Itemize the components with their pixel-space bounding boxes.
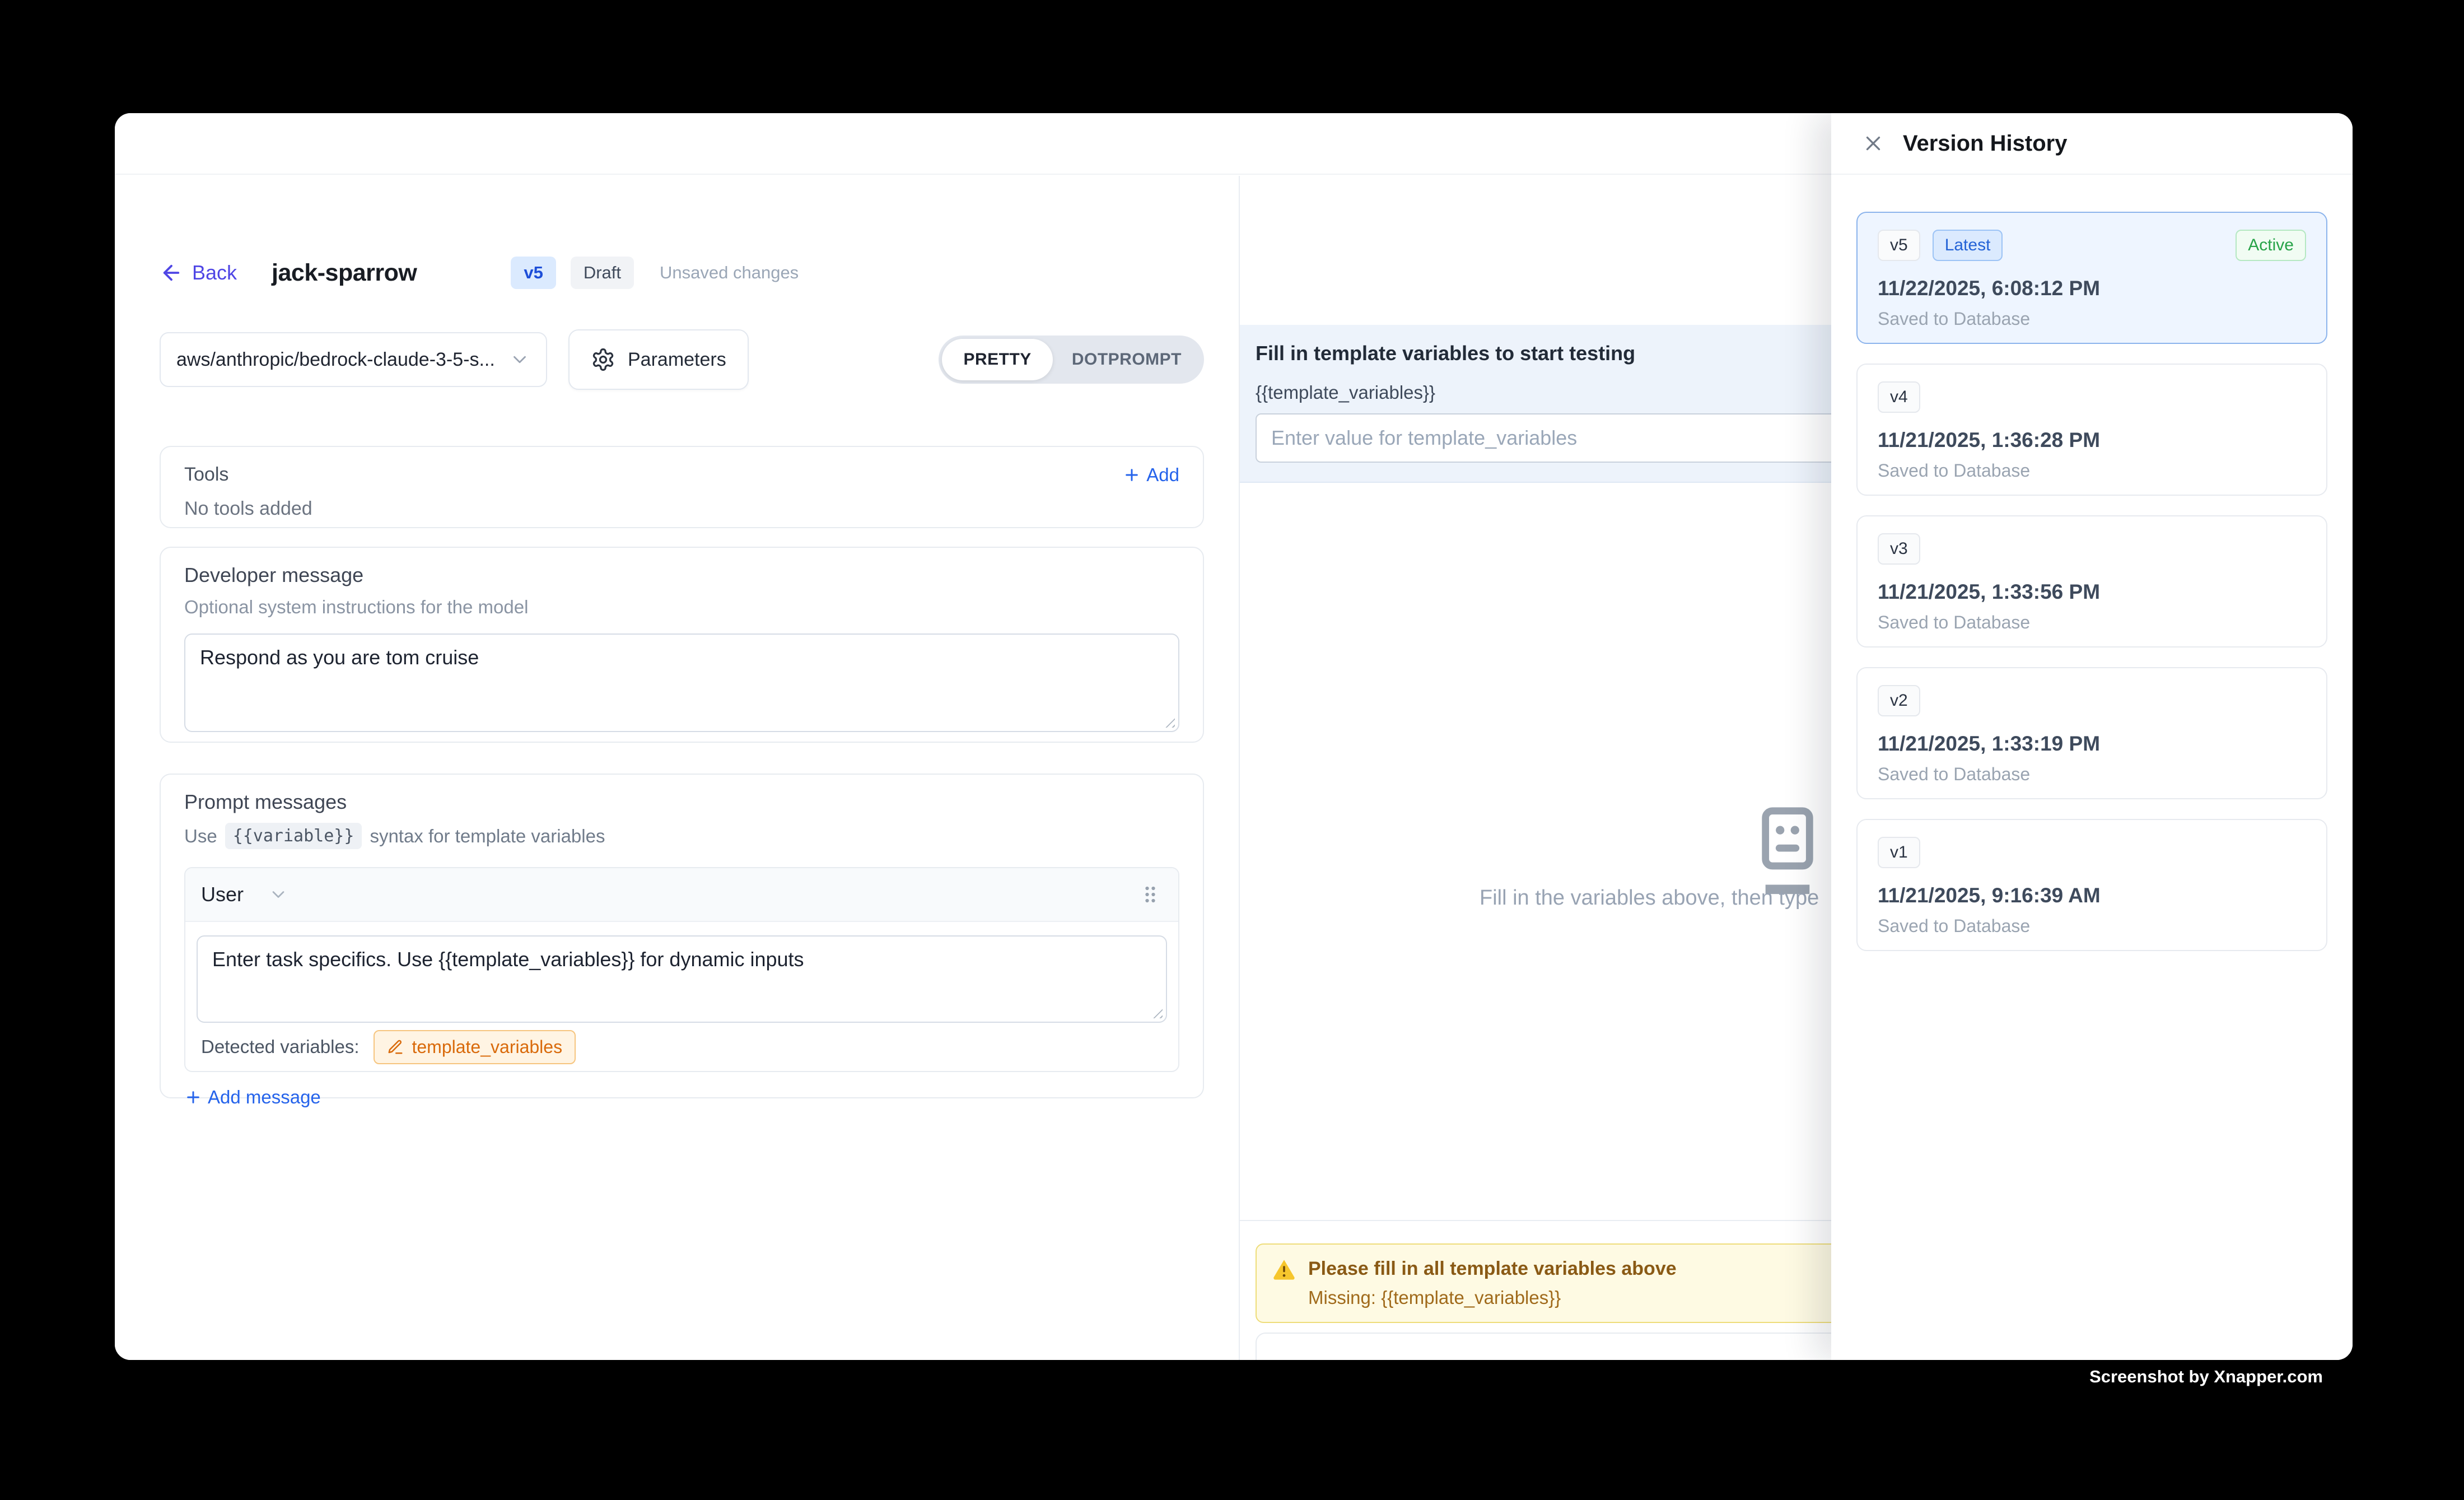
developer-message-card: Developer message Optional system instru… <box>160 547 1204 743</box>
model-select[interactable]: aws/anthropic/bedrock-claude-3-5-s... <box>160 332 547 387</box>
version-chip: v4 <box>1878 381 1920 413</box>
back-button[interactable]: Back <box>160 261 237 285</box>
version-card-v4[interactable]: v4 11/21/2025, 1:36:28 PM Saved to Datab… <box>1856 364 2327 496</box>
version-date: 11/21/2025, 1:33:56 PM <box>1878 580 2306 604</box>
bot-icon <box>1746 803 1830 899</box>
latest-badge: Latest <box>1933 230 2003 261</box>
version-status: Saved to Database <box>1878 309 2306 329</box>
version-date: 11/21/2025, 1:33:19 PM <box>1878 732 2306 756</box>
hint-rest: syntax for template variables <box>370 826 605 847</box>
pencil-icon <box>387 1038 404 1055</box>
version-history-panel: Version History v5 Latest Active 11/22/2… <box>1831 113 2353 1360</box>
toggle-dotprompt[interactable]: DOTPROMPT <box>1053 350 1201 369</box>
tools-card: Tools Add No tools added <box>160 446 1204 528</box>
empty-state-text: Fill in the variables above, then type <box>1480 886 1819 910</box>
add-message-label: Add message <box>208 1087 321 1108</box>
watermark: Screenshot by Xnapper.com <box>2089 1367 2323 1387</box>
message-block: User Enter task specifics. Use {{templat… <box>184 867 1179 1072</box>
add-message-button[interactable]: Add message <box>184 1087 1179 1108</box>
warning-title: Please fill in all template variables ab… <box>1308 1258 1677 1280</box>
message-body: Enter task specifics. Use {{template_var… <box>185 922 1178 1071</box>
parameters-label: Parameters <box>628 349 726 371</box>
gear-icon <box>591 347 615 372</box>
plus-icon <box>184 1088 202 1106</box>
version-list: v5 Latest Active 11/22/2025, 6:08:12 PM … <box>1831 175 2353 951</box>
back-label: Back <box>192 261 237 285</box>
page-title: jack-sparrow <box>272 259 417 287</box>
template-variable-name: template_variables <box>412 1037 562 1058</box>
version-badge: v5 <box>511 257 556 289</box>
role-select-value: User <box>201 883 244 906</box>
version-status: Saved to Database <box>1878 460 2306 481</box>
add-tool-label: Add <box>1146 464 1179 486</box>
developer-message-hint: Optional system instructions for the mod… <box>184 597 1179 618</box>
variable-syntax-chip: {{variable}} <box>225 823 362 849</box>
role-select[interactable]: User <box>201 883 288 906</box>
version-date: 11/21/2025, 9:16:39 AM <box>1878 884 2306 907</box>
template-variable-badge[interactable]: template_variables <box>374 1030 576 1064</box>
version-chip: v1 <box>1878 837 1920 868</box>
chevron-down-icon <box>509 349 530 370</box>
unsaved-changes-label: Unsaved changes <box>660 263 799 283</box>
version-card-v2[interactable]: v2 11/21/2025, 1:33:19 PM Saved to Datab… <box>1856 667 2327 799</box>
arrow-left-icon <box>160 261 183 285</box>
version-card-v3[interactable]: v3 11/21/2025, 1:33:56 PM Saved to Datab… <box>1856 515 2327 647</box>
version-chip: v5 <box>1878 230 1920 261</box>
version-history-title: Version History <box>1903 131 2067 156</box>
version-chip: v3 <box>1878 533 1920 565</box>
version-chip: v2 <box>1878 685 1920 716</box>
drag-handle-icon[interactable] <box>1138 882 1163 907</box>
parameters-button[interactable]: Parameters <box>568 329 749 390</box>
message-textarea[interactable]: Enter task specifics. Use {{template_var… <box>197 935 1167 1023</box>
model-select-value: aws/anthropic/bedrock-claude-3-5-s... <box>176 349 495 371</box>
version-date: 11/22/2025, 6:08:12 PM <box>1878 277 2306 300</box>
prompt-messages-label: Prompt messages <box>184 790 1179 814</box>
version-card-v1[interactable]: v1 11/21/2025, 9:16:39 AM Saved to Datab… <box>1856 819 2327 951</box>
model-toolbar: aws/anthropic/bedrock-claude-3-5-s... Pa… <box>160 329 1204 390</box>
page-header: Back jack-sparrow v5 Draft Unsaved chang… <box>160 252 1204 294</box>
chevron-down-icon <box>268 884 288 905</box>
developer-message-label: Developer message <box>184 563 1179 587</box>
prompt-editor-column: Back jack-sparrow v5 Draft Unsaved chang… <box>115 176 1239 1360</box>
message-header: User <box>185 868 1178 922</box>
detected-variables-row: Detected variables: template_variables <box>197 1023 1167 1071</box>
tools-label: Tools <box>184 464 228 486</box>
version-card-v5[interactable]: v5 Latest Active 11/22/2025, 6:08:12 PM … <box>1856 212 2327 344</box>
active-badge: Active <box>2236 230 2306 261</box>
prompt-messages-card: Prompt messages Use {{variable}} syntax … <box>160 774 1204 1098</box>
plus-icon <box>1123 466 1141 484</box>
developer-message-textarea[interactable]: Respond as you are tom cruise <box>184 633 1179 732</box>
version-status: Saved to Database <box>1878 764 2306 785</box>
hint-use: Use <box>184 826 217 847</box>
version-history-header: Version History <box>1831 113 2353 175</box>
toggle-pretty[interactable]: PRETTY <box>942 339 1052 380</box>
header-badges: v5 Draft Unsaved changes <box>511 257 799 289</box>
warning-triangle-icon <box>1272 1257 1296 1280</box>
version-status: Saved to Database <box>1878 612 2306 633</box>
add-tool-button[interactable]: Add <box>1123 464 1179 486</box>
app-window: Back jack-sparrow v5 Draft Unsaved chang… <box>115 113 2353 1360</box>
view-mode-toggle: PRETTY DOTPROMPT <box>939 336 1204 384</box>
version-date: 11/21/2025, 1:36:28 PM <box>1878 428 2306 452</box>
draft-badge: Draft <box>571 257 634 289</box>
prompt-messages-hint: Use {{variable}} syntax for template var… <box>184 823 1179 849</box>
tools-empty-label: No tools added <box>184 498 1179 520</box>
close-icon[interactable] <box>1861 132 1885 155</box>
detected-variables-label: Detected variables: <box>201 1036 359 1058</box>
version-status: Saved to Database <box>1878 916 2306 937</box>
